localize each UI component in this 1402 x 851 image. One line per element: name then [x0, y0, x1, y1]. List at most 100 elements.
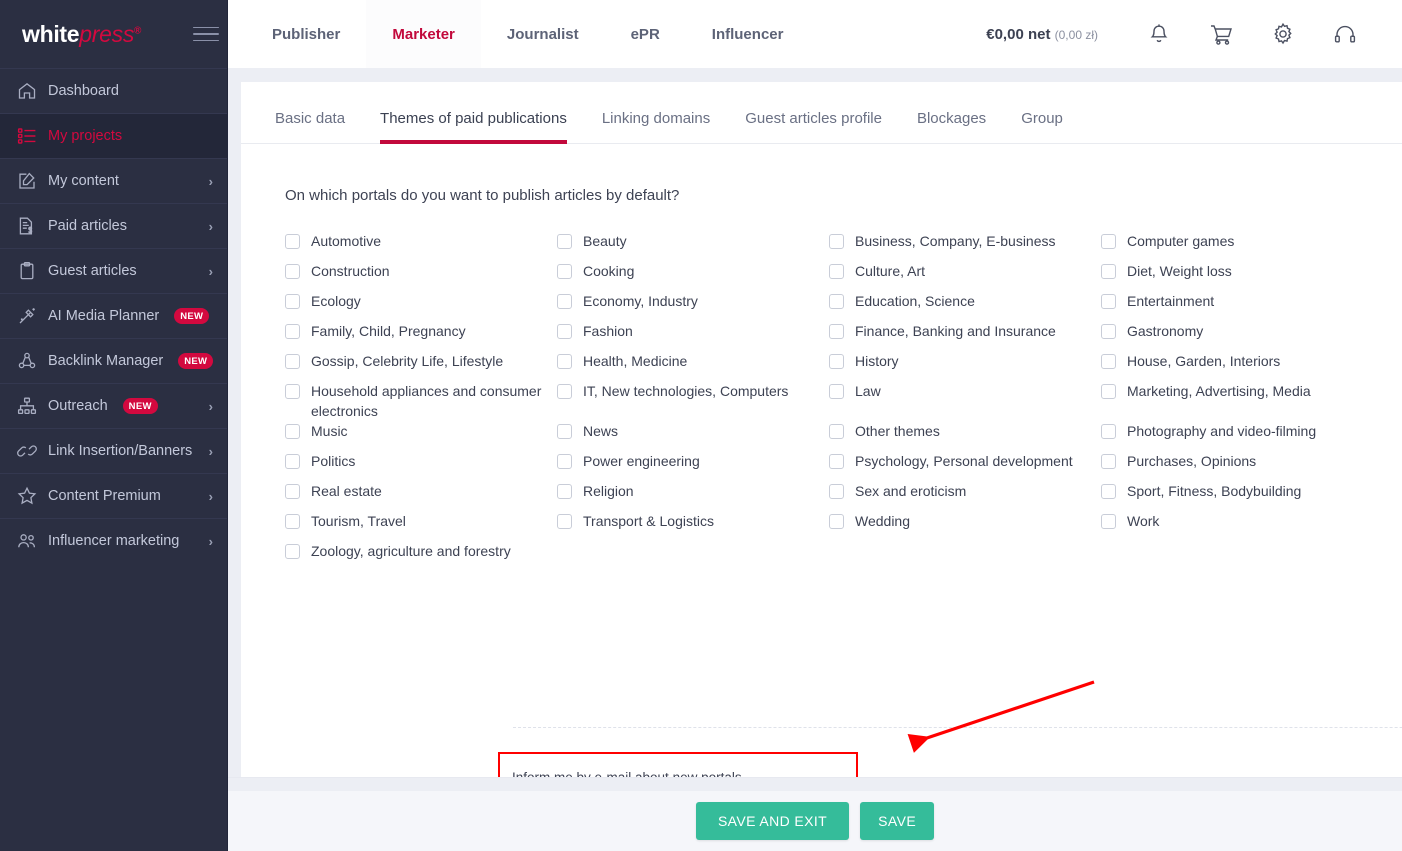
sidebar-item-paid-articles[interactable]: Paid articles › — [0, 203, 227, 248]
sidebar-item-influencer-marketing[interactable]: Influencer marketing › — [0, 518, 227, 563]
theme-checkbox-label[interactable]: IT, New technologies, Computers — [583, 382, 788, 402]
cart-icon[interactable] — [1190, 0, 1252, 68]
theme-checkbox-label[interactable]: Construction — [311, 262, 390, 282]
checkbox-icon[interactable] — [829, 354, 844, 369]
theme-checkbox-label[interactable]: Household appliances and consumer electr… — [311, 382, 549, 422]
theme-checkbox-label[interactable]: Law — [855, 382, 881, 402]
theme-checkbox-label[interactable]: Business, Company, E-business — [855, 232, 1056, 252]
checkbox-icon[interactable] — [829, 294, 844, 309]
checkbox-icon[interactable] — [1101, 453, 1116, 469]
theme-checkbox-label[interactable]: Fashion — [583, 322, 633, 342]
sidebar-item-guest-articles[interactable]: Guest articles › — [0, 248, 227, 293]
tab-group[interactable]: Group — [1021, 110, 1063, 143]
theme-checkbox-label[interactable]: Education, Science — [855, 292, 975, 312]
tab-themes-of-paid-publications[interactable]: Themes of paid publications — [380, 110, 567, 144]
theme-checkbox-label[interactable]: News — [583, 422, 618, 442]
theme-checkbox-label[interactable]: Religion — [583, 482, 634, 502]
role-tab-journalist[interactable]: Journalist — [481, 0, 605, 68]
theme-checkbox-label[interactable]: Beauty — [583, 232, 627, 252]
checkbox-icon[interactable] — [829, 483, 844, 499]
theme-checkbox-label[interactable]: Wedding — [855, 512, 910, 532]
theme-checkbox-label[interactable]: Politics — [311, 452, 355, 472]
checkbox-icon[interactable] — [285, 543, 300, 559]
theme-checkbox-label[interactable]: House, Garden, Interiors — [1127, 352, 1280, 372]
theme-checkbox-label[interactable]: Computer games — [1127, 232, 1234, 252]
checkbox-icon[interactable] — [1101, 324, 1116, 339]
gear-icon[interactable] — [1252, 0, 1314, 68]
role-tab-influencer[interactable]: Influencer — [686, 0, 810, 68]
save-button[interactable]: SAVE — [860, 802, 935, 840]
checkbox-icon[interactable] — [285, 384, 300, 399]
theme-checkbox-label[interactable]: Gossip, Celebrity Life, Lifestyle — [311, 352, 503, 372]
checkbox-icon[interactable] — [829, 324, 844, 339]
checkbox-icon[interactable] — [557, 384, 572, 399]
checkbox-icon[interactable] — [285, 294, 300, 309]
theme-checkbox-label[interactable]: Psychology, Personal development — [855, 452, 1073, 472]
save-and-exit-button[interactable]: SAVE AND EXIT — [695, 802, 850, 840]
theme-checkbox-label[interactable]: Finance, Banking and Insurance — [855, 322, 1056, 342]
checkbox-icon[interactable] — [557, 264, 572, 279]
checkbox-icon[interactable] — [557, 453, 572, 469]
theme-checkbox-label[interactable]: Family, Child, Pregnancy — [311, 322, 466, 342]
checkbox-icon[interactable] — [285, 264, 300, 279]
theme-checkbox-label[interactable]: Economy, Industry — [583, 292, 698, 312]
checkbox-icon[interactable] — [285, 354, 300, 369]
brand-logo[interactable]: whitepress® — [22, 21, 141, 48]
theme-checkbox-label[interactable]: Diet, Weight loss — [1127, 262, 1232, 282]
theme-checkbox-label[interactable]: Automotive — [311, 232, 381, 252]
checkbox-icon[interactable] — [1101, 513, 1116, 529]
checkbox-icon[interactable] — [285, 423, 300, 439]
sidebar-item-backlink-manager[interactable]: Backlink Manager NEW — [0, 338, 227, 383]
checkbox-icon[interactable] — [1101, 264, 1116, 279]
bell-icon[interactable] — [1128, 0, 1190, 68]
sidebar-item-dashboard[interactable]: Dashboard — [0, 68, 227, 113]
checkbox-icon[interactable] — [1101, 354, 1116, 369]
theme-checkbox-label[interactable]: Real estate — [311, 482, 382, 502]
sidebar-item-outreach[interactable]: Outreach NEW › — [0, 383, 227, 428]
checkbox-icon[interactable] — [285, 234, 300, 249]
theme-checkbox-label[interactable]: Transport & Logistics — [583, 512, 714, 532]
theme-checkbox-label[interactable]: Health, Medicine — [583, 352, 687, 372]
checkbox-icon[interactable] — [829, 513, 844, 529]
tab-blockages[interactable]: Blockages — [917, 110, 986, 143]
theme-checkbox-label[interactable]: Power engineering — [583, 452, 700, 472]
checkbox-icon[interactable] — [557, 294, 572, 309]
checkbox-icon[interactable] — [557, 423, 572, 439]
checkbox-icon[interactable] — [285, 483, 300, 499]
checkbox-icon[interactable] — [829, 423, 844, 439]
checkbox-icon[interactable] — [557, 483, 572, 499]
role-tab-marketer[interactable]: Marketer — [366, 0, 481, 68]
checkbox-icon[interactable] — [1101, 423, 1116, 439]
tab-basic-data[interactable]: Basic data — [275, 110, 345, 143]
checkbox-icon[interactable] — [829, 264, 844, 279]
checkbox-icon[interactable] — [285, 324, 300, 339]
sidebar-item-my-projects[interactable]: My projects — [0, 113, 227, 158]
role-tab-epr[interactable]: ePR — [605, 0, 686, 68]
theme-checkbox-label[interactable]: Gastronomy — [1127, 322, 1203, 342]
checkbox-icon[interactable] — [557, 354, 572, 369]
theme-checkbox-label[interactable]: Music — [311, 422, 348, 442]
theme-checkbox-label[interactable]: Entertainment — [1127, 292, 1214, 312]
theme-checkbox-label[interactable]: Marketing, Advertising, Media — [1127, 382, 1311, 402]
checkbox-icon[interactable] — [829, 384, 844, 399]
checkbox-icon[interactable] — [1101, 483, 1116, 499]
theme-checkbox-label[interactable]: Zoology, agriculture and forestry — [311, 542, 511, 562]
checkbox-icon[interactable] — [829, 234, 844, 249]
hamburger-menu-icon[interactable] — [187, 26, 219, 42]
headset-icon[interactable] — [1314, 0, 1376, 68]
checkbox-icon[interactable] — [1101, 384, 1116, 399]
tab-guest-articles-profile[interactable]: Guest articles profile — [745, 110, 882, 143]
theme-checkbox-label[interactable]: Purchases, Opinions — [1127, 452, 1256, 472]
sidebar-item-content-premium[interactable]: Content Premium › — [0, 473, 227, 518]
theme-checkbox-label[interactable]: Work — [1127, 512, 1159, 532]
checkbox-icon[interactable] — [557, 234, 572, 249]
sidebar-item-ai-media-planner[interactable]: AI Media Planner NEW — [0, 293, 227, 338]
theme-checkbox-label[interactable]: Ecology — [311, 292, 361, 312]
theme-checkbox-label[interactable]: Other themes — [855, 422, 940, 442]
theme-checkbox-label[interactable]: Sex and eroticism — [855, 482, 966, 502]
theme-checkbox-label[interactable]: Tourism, Travel — [311, 512, 406, 532]
checkbox-icon[interactable] — [1101, 234, 1116, 249]
role-tab-publisher[interactable]: Publisher — [246, 0, 366, 68]
checkbox-icon[interactable] — [557, 513, 572, 529]
checkbox-icon[interactable] — [285, 453, 300, 469]
